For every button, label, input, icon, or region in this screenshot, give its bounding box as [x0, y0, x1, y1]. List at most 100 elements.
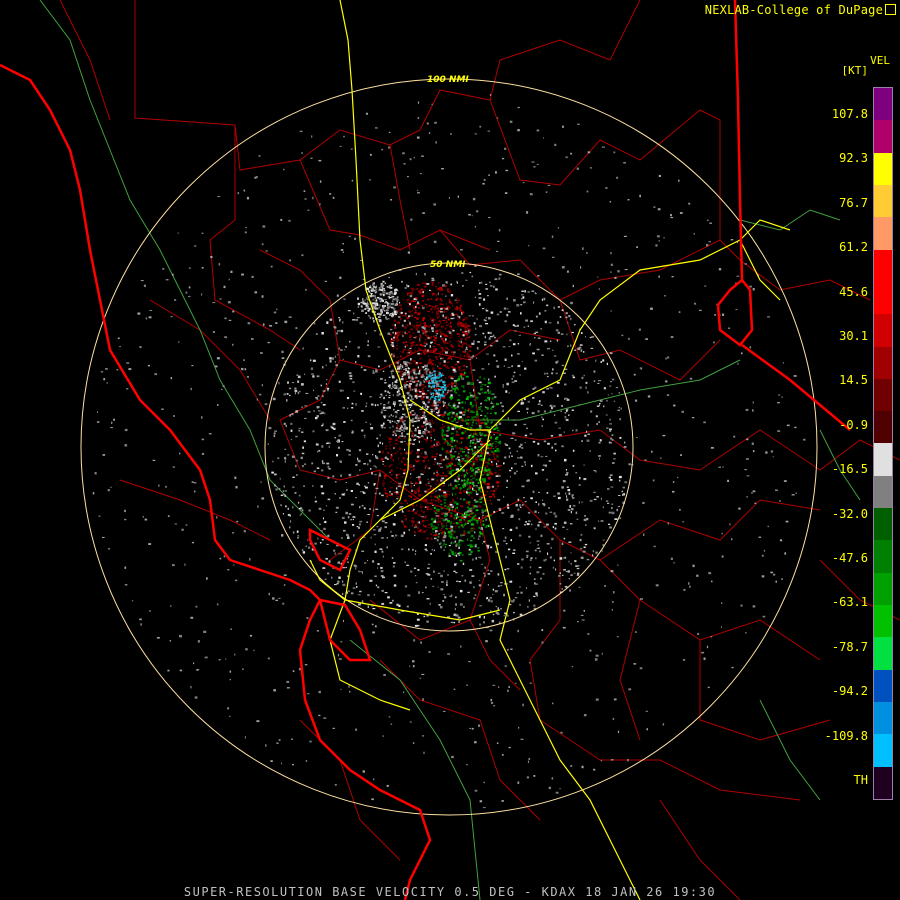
echo-pixel	[454, 417, 456, 420]
echo-pixel	[474, 446, 477, 449]
echo-pixel	[400, 351, 402, 353]
echo-pixel	[267, 443, 269, 445]
echo-pixel	[424, 345, 426, 347]
echo-pixel	[439, 303, 442, 305]
echo-pixel	[490, 285, 493, 287]
echo-pixel	[559, 572, 561, 574]
echo-pixel	[427, 385, 430, 388]
echo-pixel	[552, 349, 554, 351]
echo-pixel	[420, 504, 422, 506]
legend-label: -16.5	[831, 462, 868, 477]
echo-pixel	[446, 433, 448, 435]
echo-pixel	[439, 454, 442, 456]
echo-pixel	[392, 339, 396, 342]
echo-pixel	[281, 350, 284, 354]
echo-pixel	[442, 438, 446, 440]
echo-pixel	[396, 474, 398, 477]
echo-pixel	[403, 319, 406, 322]
echo-pixel	[532, 388, 535, 390]
echo-pixel	[400, 307, 402, 310]
echo-pixel	[425, 330, 428, 333]
echo-pixel	[480, 281, 483, 284]
echo-pixel	[595, 415, 598, 418]
echo-pixel	[606, 400, 608, 402]
echo-pixel	[328, 445, 330, 448]
echo-pixel	[361, 504, 364, 507]
echo-pixel	[605, 500, 609, 502]
echo-pixel	[554, 143, 557, 146]
echo-pixel	[425, 303, 428, 306]
echo-pixel	[338, 347, 340, 350]
echo-pixel	[407, 349, 411, 352]
echo-pixel	[471, 530, 474, 532]
echo-pixel	[429, 426, 433, 428]
echo-pixel	[497, 240, 500, 242]
echo-pixel	[457, 420, 460, 422]
echo-pixel	[413, 372, 415, 375]
echo-pixel	[623, 446, 627, 448]
echo-pixel	[623, 162, 626, 164]
echo-pixel	[524, 290, 526, 293]
echo-pixel	[336, 583, 339, 585]
echo-pixel	[286, 687, 290, 689]
echo-pixel	[496, 365, 500, 368]
echo-pixel	[617, 409, 620, 411]
echo-pixel	[456, 447, 458, 450]
echo-pixel	[483, 421, 486, 424]
echo-pixel	[321, 539, 324, 541]
echo-pixel	[345, 482, 348, 483]
echo-pixel	[508, 392, 510, 394]
echo-pixel	[386, 546, 388, 549]
echo-pixel	[586, 430, 588, 433]
echo-pixel	[395, 429, 399, 432]
echo-pixel	[421, 282, 425, 284]
echo-pixel	[479, 532, 483, 535]
echo-pixel	[703, 657, 706, 660]
echo-pixel	[475, 478, 478, 481]
echo-pixel	[312, 485, 314, 487]
echo-pixel	[331, 374, 335, 376]
echo-pixel	[413, 298, 416, 301]
echo-pixel	[403, 299, 405, 301]
echo-pixel	[472, 197, 476, 201]
echo-pixel	[352, 587, 356, 589]
echo-pixel	[366, 521, 368, 523]
echo-pixel	[379, 377, 383, 380]
echo-pixel	[517, 498, 520, 502]
echo-pixel	[406, 352, 408, 354]
range-ring-100	[80, 78, 818, 816]
echo-pixel	[369, 460, 372, 463]
echo-pixel	[507, 506, 510, 509]
echo-pixel	[381, 589, 384, 592]
echo-pixel	[483, 448, 484, 450]
echo-pixel	[237, 192, 240, 195]
echo-pixel	[272, 460, 274, 463]
radar-echoes	[92, 94, 806, 809]
echo-pixel	[375, 288, 378, 291]
echo-pixel	[560, 410, 563, 413]
echo-pixel	[583, 546, 586, 549]
echo-pixel	[439, 362, 442, 365]
echo-pixel	[489, 335, 493, 338]
echo-pixel	[611, 608, 613, 611]
echo-pixel	[489, 629, 493, 632]
echo-pixel	[452, 536, 455, 538]
echo-pixel	[429, 375, 432, 377]
echo-pixel	[463, 512, 466, 515]
echo-pixel	[382, 450, 384, 454]
echo-pixel	[380, 298, 383, 300]
echo-pixel	[495, 288, 498, 291]
echo-pixel	[429, 485, 432, 487]
echo-pixel	[431, 359, 435, 362]
echo-pixel	[619, 436, 622, 439]
echo-pixel	[431, 284, 434, 286]
echo-pixel	[520, 304, 523, 306]
echo-pixel	[224, 336, 227, 339]
echo-pixel	[445, 522, 447, 524]
echo-pixel	[162, 268, 165, 270]
echo-pixel	[291, 455, 295, 458]
echo-pixel	[360, 260, 362, 261]
echo-pixel	[409, 158, 412, 161]
echo-pixel	[518, 534, 522, 537]
echo-pixel	[430, 392, 434, 395]
